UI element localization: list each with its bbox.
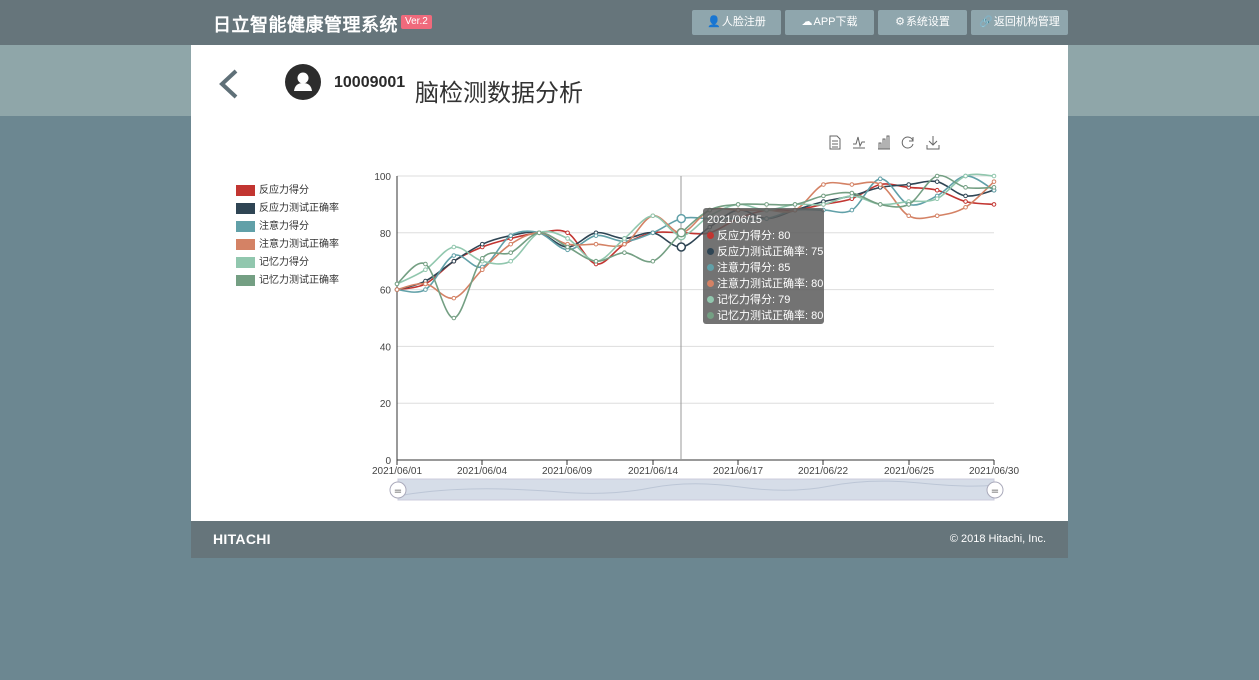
data-point [479,241,485,247]
tooltip-date: 2021/06/15 [707,214,763,226]
data-point [593,258,599,264]
x-tick-label: 2021/06/01 [372,466,422,477]
x-tick-label: 2021/06/25 [884,466,934,477]
data-point [991,173,997,179]
data-point [451,253,457,258]
data-point [963,199,968,204]
x-tick-label: 2021/06/30 [969,466,1019,477]
series-line [396,180,995,291]
footer: HITACHI © 2018 Hitachi, Inc. [191,521,1068,558]
chart-tooltip: 2021/06/15 反应力得分: 80 反应力测试正确率: 75 注意力得分:… [703,208,824,324]
series-line [396,183,995,291]
data-point [735,202,741,207]
series-line [396,173,995,285]
data-point [877,176,883,182]
data-point [394,287,400,292]
data-point [622,250,627,255]
data-point [906,202,912,207]
data-point [536,230,542,236]
data-point [479,267,485,273]
data-point [622,236,627,241]
data-point [593,233,599,238]
data-point [676,242,687,252]
data-point [650,230,656,236]
data-point [676,213,687,224]
x-tick-label: 2021/06/17 [713,466,763,477]
zoom-handle-grip: = [394,486,402,497]
tooltip-row: 反应力测试正确率: 75 [707,244,823,260]
data-point [934,187,940,193]
data-point [792,202,798,207]
data-point [423,267,428,273]
data-point [508,258,514,264]
data-point [821,182,826,187]
data-point [565,244,570,250]
data-point [423,261,428,267]
data-point [934,179,940,184]
y-tick-label: 20 [380,399,392,410]
data-point [963,173,968,179]
x-tick-label: 2021/06/22 [798,466,848,477]
data-point [991,202,997,207]
data-point [906,213,912,219]
data-point [423,281,428,287]
zoom-handle-grip: = [991,486,999,497]
tooltip-row: 反应力得分: 80 [707,228,820,244]
y-tick-label: 40 [380,342,392,353]
data-point [821,202,826,207]
data-point [906,182,912,187]
tooltip-row: 记忆力得分: 79 [707,292,820,308]
data-point [451,244,457,250]
data-point [821,193,826,199]
data-point [394,281,400,287]
tooltip-row: 注意力测试正确率: 80 [707,276,823,292]
y-tick-label: 100 [374,172,391,183]
data-point [849,207,855,213]
data-point [963,193,968,199]
data-point [877,202,883,207]
data-point [508,233,514,238]
data-point [508,250,514,255]
data-point [479,256,485,261]
data-point [991,179,997,184]
tooltip-row: 记忆力测试正确率: 80 [707,308,823,324]
y-tick-label: 60 [380,286,392,297]
data-point [508,241,514,247]
data-point [451,295,457,301]
series-line [396,174,995,319]
data-point [622,241,627,247]
line-chart: 0204060801002021/06/01 2021/06/04 2021/06/… [372,172,1019,501]
tooltip-row: 注意力得分: 85 [707,260,820,276]
data-point [423,287,428,292]
data-point [849,182,855,187]
data-point [451,315,457,321]
data-point [991,185,997,190]
data-point [764,202,769,207]
data-point [676,228,687,238]
data-point [877,182,883,187]
data-point [963,204,968,210]
data-point [849,190,855,196]
x-tick-label: 2021/06/04 [457,466,507,477]
x-tick-label: 2021/06/14 [628,466,678,477]
x-tick-label: 2021/06/09 [542,466,592,477]
hitachi-logo: HITACHI [213,531,271,547]
data-point [565,236,570,241]
data-point [451,258,457,264]
data-point [934,196,940,202]
data-point [593,241,599,247]
copyright: © 2018 Hitachi, Inc. [949,533,1046,545]
data-point [650,258,656,264]
data-point [650,213,656,219]
data-point [934,173,940,179]
data-point [963,185,968,190]
data-point [565,230,570,236]
y-tick-label: 80 [380,229,392,240]
data-point [934,213,940,219]
